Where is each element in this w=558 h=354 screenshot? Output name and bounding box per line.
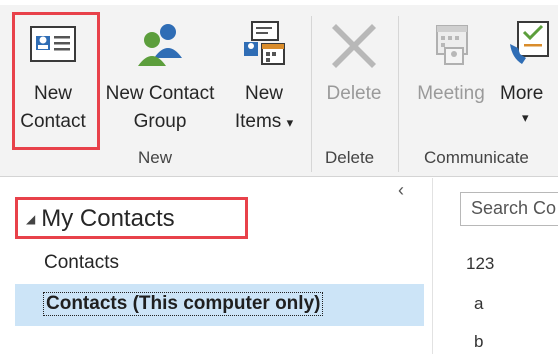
new-items-label-2: Items ▾ — [235, 108, 293, 137]
new-contact-group-label-1: New Contact — [105, 83, 215, 104]
new-contact-group-button[interactable]: New Contact Group — [98, 18, 222, 136]
meeting-button[interactable]: Meeting — [407, 18, 495, 108]
group-label-new: New — [138, 148, 173, 167]
new-items-label-1: New — [244, 83, 283, 104]
my-contacts-highlight — [15, 197, 248, 239]
separator-1 — [311, 16, 312, 172]
search-contacts-input[interactable]: Search Co — [460, 192, 558, 226]
more-phone-icon — [508, 18, 558, 70]
more-dropdown-arrow: ▾ — [522, 110, 529, 125]
meeting-label: Meeting — [417, 83, 485, 104]
delete-button[interactable]: Delete — [318, 18, 390, 108]
more-button[interactable]: More ▾ — [500, 18, 558, 128]
group-label-communicate: Communicate — [424, 148, 529, 167]
new-items-button[interactable]: New Items ▾ — [226, 18, 302, 137]
index-123[interactable]: 123 — [466, 254, 494, 274]
new-contact-group-label-2: Group — [133, 111, 187, 132]
collapse-pane-icon[interactable]: ‹ — [398, 180, 404, 201]
contact-group-icon — [134, 18, 186, 70]
folder-contacts[interactable]: Contacts — [44, 252, 119, 274]
separator-2 — [398, 16, 399, 172]
new-contact-highlight — [12, 12, 100, 150]
new-items-text: Items — [234, 111, 282, 132]
index-b[interactable]: b — [474, 332, 483, 352]
index-a[interactable]: a — [474, 294, 483, 314]
delete-label: Delete — [326, 83, 382, 104]
meeting-calendar-icon — [425, 18, 477, 70]
delete-x-icon — [328, 18, 380, 70]
ribbon-top-strip — [0, 0, 558, 5]
new-items-icon — [238, 18, 290, 70]
new-items-dropdown-arrow: ▾ — [286, 115, 294, 130]
folder-contacts-this-computer-label: Contacts (This computer only) — [43, 292, 324, 316]
more-label: More — [500, 83, 544, 104]
group-label-delete: Delete — [325, 148, 375, 167]
folder-contacts-this-computer[interactable]: Contacts (This computer only) — [15, 284, 424, 326]
